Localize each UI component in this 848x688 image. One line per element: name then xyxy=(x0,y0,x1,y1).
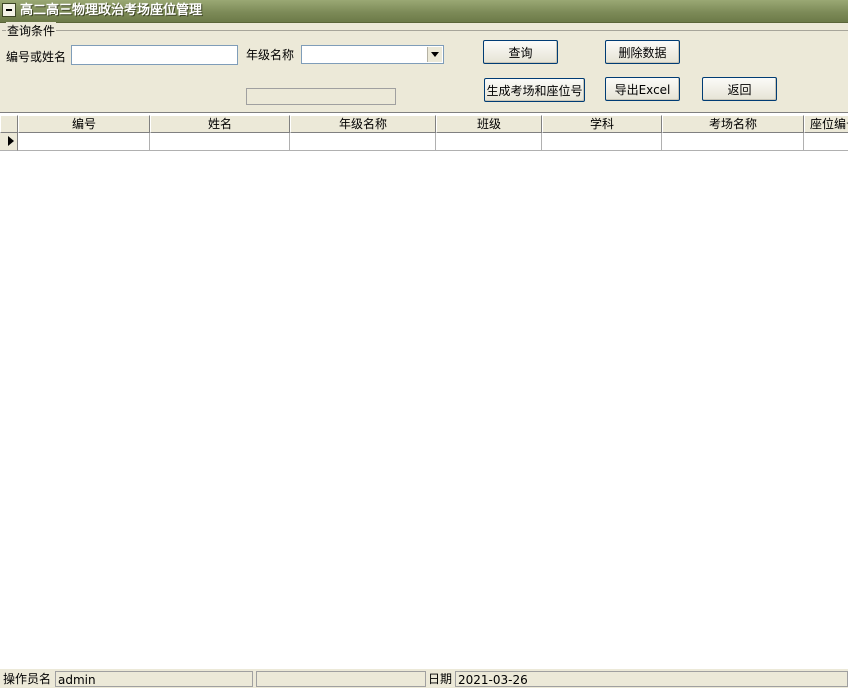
cell-name[interactable] xyxy=(150,133,290,151)
id-or-name-label: 编号或姓名 xyxy=(6,50,67,64)
current-row-pointer-icon xyxy=(8,136,14,146)
col-header-grade[interactable]: 年级名称 xyxy=(290,115,436,133)
data-grid[interactable]: 编号 姓名 年级名称 班级 学科 考场名称 座位编号 xyxy=(0,112,848,669)
cell-subject[interactable] xyxy=(542,133,662,151)
title-bar: 高二高三物理政治考场座位管理 xyxy=(0,0,848,23)
system-menu-icon[interactable] xyxy=(2,3,16,17)
status-bar: 操作员名 admin 日期 2021-03-26 xyxy=(0,670,848,688)
cell-grade[interactable] xyxy=(290,133,436,151)
col-header-id[interactable]: 编号 xyxy=(18,115,150,133)
col-header-subject[interactable]: 学科 xyxy=(542,115,662,133)
col-header-class[interactable]: 班级 xyxy=(436,115,542,133)
cell-id[interactable] xyxy=(18,133,150,151)
export-excel-button[interactable]: 导出Excel xyxy=(605,77,680,101)
chevron-down-icon[interactable] xyxy=(427,47,442,62)
query-group-label: 查询条件 xyxy=(6,22,57,39)
grade-select[interactable] xyxy=(301,45,444,64)
col-header-seat-no[interactable]: 座位编号 xyxy=(804,115,848,133)
search-button[interactable]: 查询 xyxy=(483,40,558,64)
back-button[interactable]: 返回 xyxy=(702,77,777,101)
col-header-exam-room[interactable]: 考场名称 xyxy=(662,115,804,133)
delete-data-button[interactable]: 删除数据 xyxy=(605,40,680,64)
grade-label: 年级名称 xyxy=(246,48,295,62)
window-title: 高二高三物理政治考场座位管理 xyxy=(20,3,203,18)
header-corner xyxy=(0,115,18,133)
cell-class[interactable] xyxy=(436,133,542,151)
operator-value: admin xyxy=(55,671,253,687)
row-header[interactable] xyxy=(0,133,18,151)
cell-exam-room[interactable] xyxy=(662,133,804,151)
operator-label: 操作员名 xyxy=(3,672,52,686)
progress-bar xyxy=(246,88,396,105)
date-label: 日期 xyxy=(428,672,453,686)
generate-room-seat-button[interactable]: 生成考场和座位号 xyxy=(484,78,585,102)
id-or-name-input[interactable] xyxy=(71,45,238,65)
status-panel-blank xyxy=(256,671,426,687)
cell-seat-no[interactable] xyxy=(804,133,848,151)
col-header-name[interactable]: 姓名 xyxy=(150,115,290,133)
date-value: 2021-03-26 xyxy=(455,671,848,687)
